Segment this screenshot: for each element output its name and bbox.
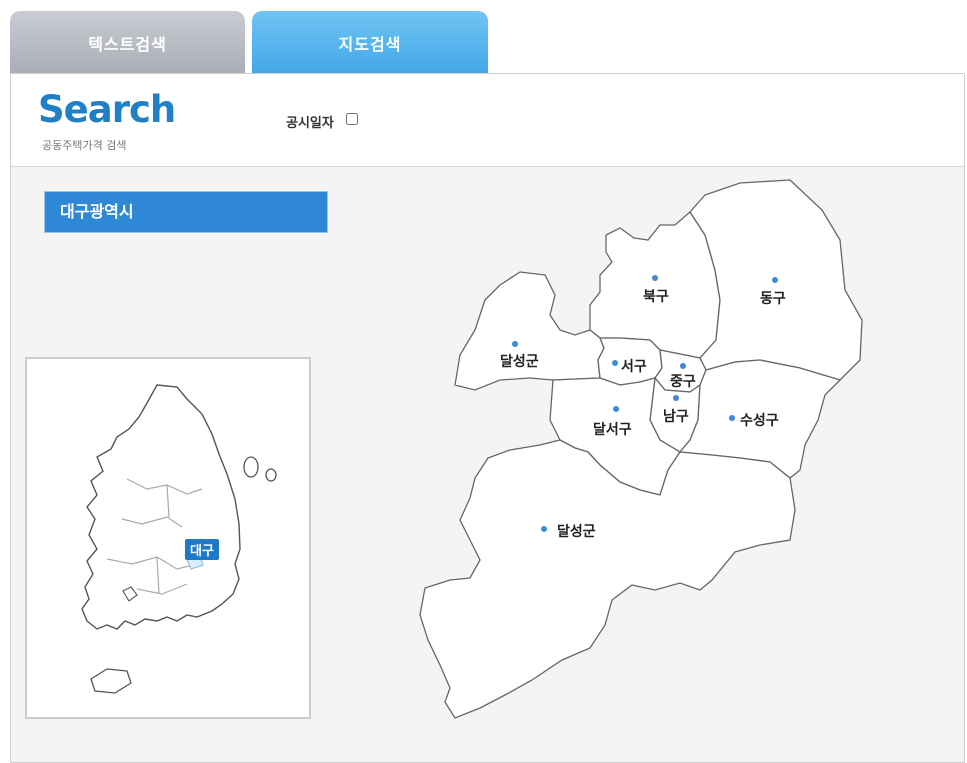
district-dot-seo <box>612 360 618 366</box>
district-dalseong-north[interactable] <box>454 271 605 391</box>
district-dot-dalseo <box>613 406 619 412</box>
district-dot-dalseong-north <box>512 341 518 347</box>
district-label-seo[interactable]: 서구 <box>621 356 647 376</box>
district-label-suseong[interactable]: 수성구 <box>740 410 779 430</box>
district-label-dalseong-south[interactable]: 달성군 <box>557 521 596 541</box>
district-label-dalseong-north[interactable]: 달성군 <box>500 351 539 371</box>
district-label-nam[interactable]: 남구 <box>663 406 689 426</box>
district-label-dalseo[interactable]: 달서구 <box>593 419 632 439</box>
district-label-jung[interactable]: 중구 <box>670 371 696 391</box>
district-dot-dalseong-south <box>541 526 547 532</box>
district-dalseong-south[interactable] <box>419 439 796 719</box>
district-buk[interactable] <box>589 211 721 359</box>
district-dot-suseong <box>729 415 735 421</box>
district-dot-jung <box>680 363 686 369</box>
daegu-district-map <box>419 179 863 719</box>
district-dot-dong <box>772 277 778 283</box>
district-dot-buk <box>652 275 658 281</box>
district-label-buk[interactable]: 북구 <box>643 286 669 306</box>
district-dot-nam <box>673 395 679 401</box>
district-label-dong[interactable]: 동구 <box>760 288 786 308</box>
